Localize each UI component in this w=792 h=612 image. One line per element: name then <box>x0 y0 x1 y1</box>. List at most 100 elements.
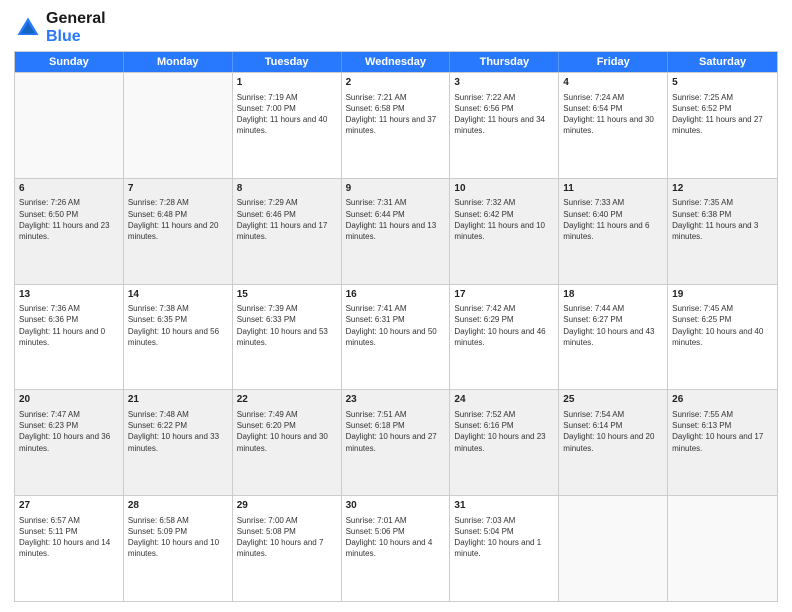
day-number: 15 <box>237 288 337 302</box>
day-number: 30 <box>346 499 446 513</box>
day-info: Sunrise: 7:26 AM Sunset: 6:50 PM Dayligh… <box>19 197 119 242</box>
day-info: Sunrise: 7:47 AM Sunset: 6:23 PM Dayligh… <box>19 409 119 454</box>
day-number: 14 <box>128 288 228 302</box>
day-cell-20: 20 Sunrise: 7:47 AM Sunset: 6:23 PM Dayli… <box>15 390 124 495</box>
day-info: Sunrise: 7:31 AM Sunset: 6:44 PM Dayligh… <box>346 197 446 242</box>
week-row-1: 1 Sunrise: 7:19 AM Sunset: 7:00 PM Daylig… <box>15 72 777 178</box>
day-info: Sunrise: 7:33 AM Sunset: 6:40 PM Dayligh… <box>563 197 663 242</box>
day-info: Sunrise: 7:35 AM Sunset: 6:38 PM Dayligh… <box>672 197 773 242</box>
day-number: 28 <box>128 499 228 513</box>
day-cell-31: 31Sunrise: 7:03 AM Sunset: 5:04 PM Dayli… <box>450 496 559 601</box>
calendar-header: SundayMondayTuesdayWednesdayThursdayFrid… <box>15 52 777 72</box>
day-info: Sunrise: 7:36 AM Sunset: 6:36 PM Dayligh… <box>19 303 119 348</box>
col-header-monday: Monday <box>124 52 233 72</box>
day-info: Sunrise: 7:39 AM Sunset: 6:33 PM Dayligh… <box>237 303 337 348</box>
day-info: Sunrise: 6:58 AM Sunset: 5:09 PM Dayligh… <box>128 515 228 560</box>
day-cell-4: 4 Sunrise: 7:24 AM Sunset: 6:54 PM Daylig… <box>559 73 668 178</box>
day-cell-6: 6Sunrise: 7:26 AM Sunset: 6:50 PM Daylig… <box>15 179 124 284</box>
day-number: 18 <box>563 288 663 302</box>
empty-cell <box>124 73 233 178</box>
day-info: Sunrise: 7:29 AM Sunset: 6:46 PM Dayligh… <box>237 197 337 242</box>
day-info: Sunrise: 7:00 AM Sunset: 5:08 PM Dayligh… <box>237 515 337 560</box>
day-number: 16 <box>346 288 446 302</box>
col-header-tuesday: Tuesday <box>233 52 342 72</box>
day-cell-30: 30Sunrise: 7:01 AM Sunset: 5:06 PM Dayli… <box>342 496 451 601</box>
day-number: 26 <box>672 393 773 407</box>
day-cell-13: 13Sunrise: 7:36 AM Sunset: 6:36 PM Dayli… <box>15 285 124 390</box>
day-cell-3: 3 Sunrise: 7:22 AM Sunset: 6:56 PM Daylig… <box>450 73 559 178</box>
logo-icon <box>14 14 42 42</box>
day-number: 24 <box>454 393 554 407</box>
day-cell-17: 17Sunrise: 7:42 AM Sunset: 6:29 PM Dayli… <box>450 285 559 390</box>
day-cell-29: 29Sunrise: 7:00 AM Sunset: 5:08 PM Dayli… <box>233 496 342 601</box>
day-number: 25 <box>563 393 663 407</box>
day-info: Sunrise: 7:21 AM Sunset: 6:58 PM Dayligh… <box>346 92 446 137</box>
day-cell-8: 8Sunrise: 7:29 AM Sunset: 6:46 PM Daylig… <box>233 179 342 284</box>
calendar-body: 1 Sunrise: 7:19 AM Sunset: 7:00 PM Daylig… <box>15 72 777 601</box>
day-info: Sunrise: 7:41 AM Sunset: 6:31 PM Dayligh… <box>346 303 446 348</box>
day-number: 10 <box>454 182 554 196</box>
day-cell-19: 19Sunrise: 7:45 AM Sunset: 6:25 PM Dayli… <box>668 285 777 390</box>
day-number: 11 <box>563 182 663 196</box>
day-info: Sunrise: 7:54 AM Sunset: 6:14 PM Dayligh… <box>563 409 663 454</box>
day-cell-18: 18Sunrise: 7:44 AM Sunset: 6:27 PM Dayli… <box>559 285 668 390</box>
day-cell-27: 27 Sunrise: 6:57 AM Sunset: 5:11 PM Dayli… <box>15 496 124 601</box>
day-cell-21: 21 Sunrise: 7:48 AM Sunset: 6:22 PM Dayli… <box>124 390 233 495</box>
day-info: Sunrise: 7:38 AM Sunset: 6:35 PM Dayligh… <box>128 303 228 348</box>
week-row-4: 20 Sunrise: 7:47 AM Sunset: 6:23 PM Dayli… <box>15 389 777 495</box>
col-header-friday: Friday <box>559 52 668 72</box>
logo: General Blue <box>14 10 106 45</box>
day-cell-22: 22 Sunrise: 7:49 AM Sunset: 6:20 PM Dayli… <box>233 390 342 495</box>
day-number: 13 <box>19 288 119 302</box>
day-number: 20 <box>19 393 119 407</box>
day-number: 12 <box>672 182 773 196</box>
day-number: 21 <box>128 393 228 407</box>
day-info: Sunrise: 7:49 AM Sunset: 6:20 PM Dayligh… <box>237 409 337 454</box>
day-cell-23: 23 Sunrise: 7:51 AM Sunset: 6:18 PM Dayli… <box>342 390 451 495</box>
day-cell-26: 26 Sunrise: 7:55 AM Sunset: 6:13 PM Dayli… <box>668 390 777 495</box>
day-cell-28: 28 Sunrise: 6:58 AM Sunset: 5:09 PM Dayli… <box>124 496 233 601</box>
day-cell-15: 15Sunrise: 7:39 AM Sunset: 6:33 PM Dayli… <box>233 285 342 390</box>
day-cell-14: 14Sunrise: 7:38 AM Sunset: 6:35 PM Dayli… <box>124 285 233 390</box>
empty-cell <box>668 496 777 601</box>
day-cell-12: 12Sunrise: 7:35 AM Sunset: 6:38 PM Dayli… <box>668 179 777 284</box>
day-cell-24: 24Sunrise: 7:52 AM Sunset: 6:16 PM Dayli… <box>450 390 559 495</box>
day-cell-9: 9Sunrise: 7:31 AM Sunset: 6:44 PM Daylig… <box>342 179 451 284</box>
day-number: 19 <box>672 288 773 302</box>
day-cell-11: 11Sunrise: 7:33 AM Sunset: 6:40 PM Dayli… <box>559 179 668 284</box>
day-info: Sunrise: 7:24 AM Sunset: 6:54 PM Dayligh… <box>563 92 663 137</box>
day-info: Sunrise: 7:55 AM Sunset: 6:13 PM Dayligh… <box>672 409 773 454</box>
day-number: 5 <box>672 76 773 90</box>
week-row-3: 13Sunrise: 7:36 AM Sunset: 6:36 PM Dayli… <box>15 284 777 390</box>
day-number: 27 <box>19 499 119 513</box>
day-cell-2: 2Sunrise: 7:21 AM Sunset: 6:58 PM Daylig… <box>342 73 451 178</box>
day-number: 3 <box>454 76 554 90</box>
day-number: 31 <box>454 499 554 513</box>
day-info: Sunrise: 7:51 AM Sunset: 6:18 PM Dayligh… <box>346 409 446 454</box>
day-number: 4 <box>563 76 663 90</box>
day-info: Sunrise: 7:32 AM Sunset: 6:42 PM Dayligh… <box>454 197 554 242</box>
col-header-saturday: Saturday <box>668 52 777 72</box>
day-info: Sunrise: 7:44 AM Sunset: 6:27 PM Dayligh… <box>563 303 663 348</box>
day-info: Sunrise: 7:45 AM Sunset: 6:25 PM Dayligh… <box>672 303 773 348</box>
day-number: 6 <box>19 182 119 196</box>
day-number: 1 <box>237 76 337 90</box>
day-number: 17 <box>454 288 554 302</box>
day-info: Sunrise: 7:28 AM Sunset: 6:48 PM Dayligh… <box>128 197 228 242</box>
week-row-2: 6Sunrise: 7:26 AM Sunset: 6:50 PM Daylig… <box>15 178 777 284</box>
day-info: Sunrise: 7:48 AM Sunset: 6:22 PM Dayligh… <box>128 409 228 454</box>
day-info: Sunrise: 6:57 AM Sunset: 5:11 PM Dayligh… <box>19 515 119 560</box>
day-number: 7 <box>128 182 228 196</box>
day-number: 8 <box>237 182 337 196</box>
day-info: Sunrise: 7:19 AM Sunset: 7:00 PM Dayligh… <box>237 92 337 137</box>
day-cell-25: 25 Sunrise: 7:54 AM Sunset: 6:14 PM Dayli… <box>559 390 668 495</box>
col-header-sunday: Sunday <box>15 52 124 72</box>
col-header-wednesday: Wednesday <box>342 52 451 72</box>
day-cell-7: 7Sunrise: 7:28 AM Sunset: 6:48 PM Daylig… <box>124 179 233 284</box>
day-number: 22 <box>237 393 337 407</box>
day-cell-16: 16Sunrise: 7:41 AM Sunset: 6:31 PM Dayli… <box>342 285 451 390</box>
day-info: Sunrise: 7:22 AM Sunset: 6:56 PM Dayligh… <box>454 92 554 137</box>
page-header: General Blue <box>14 10 778 45</box>
day-number: 23 <box>346 393 446 407</box>
day-cell-1: 1 Sunrise: 7:19 AM Sunset: 7:00 PM Daylig… <box>233 73 342 178</box>
